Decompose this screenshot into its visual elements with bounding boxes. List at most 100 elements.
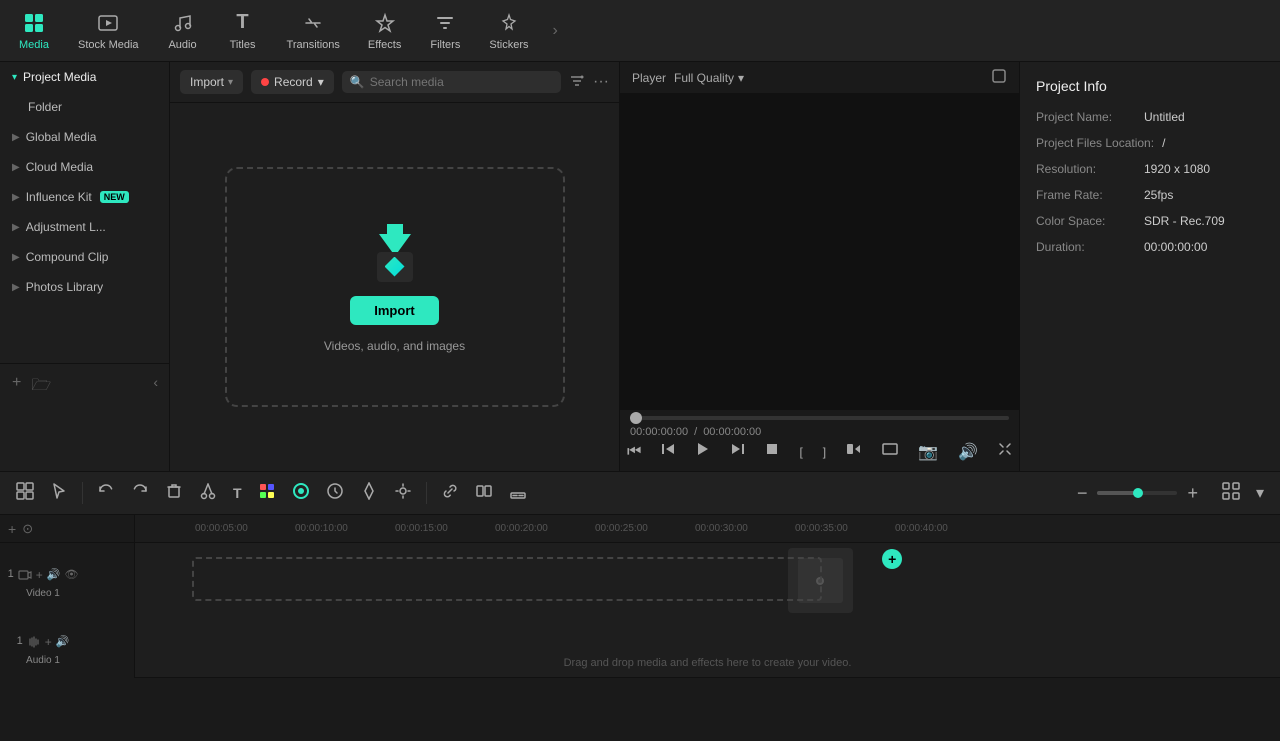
subtitle-tool[interactable] (503, 477, 533, 510)
nav-item-stock-media[interactable]: Stock Media (64, 5, 153, 57)
audio-track-controls: 1 + 🔊 Audio 1 (8, 635, 78, 666)
timeline-active-tool[interactable] (286, 477, 316, 510)
audio-button[interactable]: 🔊 (953, 439, 983, 465)
cut-button[interactable] (193, 477, 223, 510)
global-media-label: Global Media (26, 130, 97, 144)
add-to-track-icon[interactable]: + (36, 568, 43, 585)
scrubber-bar[interactable] (630, 416, 1009, 420)
nav-item-titles[interactable]: T Titles (213, 5, 273, 57)
step-back-button[interactable] (656, 439, 680, 464)
player-controls: 00:00:00:00 / 00:00:00:00 ⏮ (620, 409, 1019, 471)
cloud-media-arrow: ▶ (12, 162, 20, 173)
quality-selector[interactable]: Full Quality ▾ (674, 71, 744, 85)
nav-item-audio[interactable]: Audio (153, 5, 213, 57)
import-dropzone[interactable]: Import Videos, audio, and images (225, 167, 565, 407)
zoom-out-button[interactable]: − (1071, 478, 1094, 509)
scrubber-handle[interactable] (630, 412, 642, 424)
overwrite-button[interactable] (877, 439, 903, 464)
sidebar-item-compound-clip[interactable]: ▶ Compound Clip (0, 242, 169, 272)
stop-button[interactable] (760, 439, 784, 464)
cloud-media-label: Cloud Media (26, 160, 93, 174)
add-clip-button[interactable]: + (882, 549, 902, 569)
search-input[interactable] (370, 75, 553, 89)
play-button[interactable] (690, 438, 716, 465)
sidebar-item-photos-library[interactable]: ▶ Photos Library (0, 272, 169, 302)
transform-button[interactable] (993, 439, 1017, 464)
video-track-row: 1 + 🔊 👁 Video 1 + (0, 543, 1280, 623)
filter-icon[interactable] (569, 73, 585, 92)
info-label-framerate: Frame Rate: (1036, 188, 1136, 202)
video-track-content[interactable]: + (135, 543, 1280, 623)
info-row-duration: Duration: 00:00:00:00 (1036, 240, 1264, 254)
mark-out-button[interactable]: ] (818, 442, 831, 462)
ruler-mark-1: 00:00:05:00 (195, 523, 248, 534)
media-icon (22, 11, 46, 35)
crop-tool[interactable] (354, 477, 384, 510)
more-options-icon[interactable]: ··· (593, 73, 609, 91)
ruler-mark-2: 00:00:10:00 (295, 523, 348, 534)
video-drop-zone[interactable] (192, 557, 822, 601)
redo-button[interactable] (125, 477, 155, 510)
group-tool[interactable] (469, 477, 499, 510)
collapse-sidebar-icon[interactable]: ‹ (153, 374, 158, 401)
nav-more-btn[interactable]: › (546, 22, 563, 40)
sidebar-item-global-media[interactable]: ▶ Global Media (0, 122, 169, 152)
video-track-number: 1 (8, 568, 14, 585)
nav-item-transitions[interactable]: Transitions (273, 5, 354, 57)
track-visibility-toggle[interactable]: 👁 (64, 568, 78, 585)
info-row-name: Project Name: Untitled (1036, 110, 1264, 124)
delete-button[interactable] (159, 477, 189, 510)
import-button[interactable]: Import ▾ (180, 70, 243, 94)
nav-item-media[interactable]: Media (4, 5, 64, 57)
sidebar-bottom-icons: + 🗁 ‹ (0, 363, 170, 411)
compound-clip-label: Compound Clip (26, 250, 109, 264)
audio-track-content[interactable]: Drag and drop media and effects here to … (135, 623, 1280, 678)
info-value-name: Untitled (1144, 110, 1185, 124)
track-audio-toggle[interactable]: 🔊 (47, 568, 61, 585)
skip-back-button[interactable]: ⏮ (622, 440, 646, 464)
effects-icon (373, 11, 397, 35)
zoom-in-button[interactable]: + (1181, 478, 1204, 509)
sidebar-item-cloud-media[interactable]: ▶ Cloud Media (0, 152, 169, 182)
record-button[interactable]: Record ▾ (251, 70, 334, 94)
sidebar-item-adjustment[interactable]: ▶ Adjustment L... (0, 212, 169, 242)
undo-button[interactable] (91, 477, 121, 510)
nav-label-stock: Stock Media (78, 39, 139, 51)
audio-mute-toggle[interactable]: 🔊 (56, 635, 70, 652)
text-button[interactable]: T (227, 480, 248, 506)
insert-button[interactable] (841, 439, 867, 464)
sidebar-item-project-media[interactable]: ▾ Project Media (0, 62, 169, 92)
sidebar-item-folder[interactable]: Folder (0, 92, 169, 122)
nav-item-stickers[interactable]: Stickers (475, 5, 542, 57)
selection-tool[interactable] (44, 477, 74, 510)
link-tool[interactable] (435, 477, 465, 510)
ruler-mark-7: 00:00:35:00 (795, 523, 848, 534)
nav-item-filters[interactable]: Filters (415, 5, 475, 57)
toolbar-divider-1 (82, 482, 83, 504)
sidebar-item-influence-kit[interactable]: ▶ Influence Kit NEW (0, 182, 169, 212)
import-action-button[interactable]: Import (350, 296, 438, 325)
scene-edit-tool[interactable] (10, 477, 40, 510)
grid-view-button[interactable] (1216, 477, 1246, 510)
info-label-resolution: Resolution: (1036, 162, 1136, 176)
settings-tool[interactable] (320, 477, 350, 510)
import-hint-text: Videos, audio, and images (324, 339, 465, 353)
add-track-icon[interactable]: + (8, 521, 16, 537)
add-to-audio-icon[interactable]: + (45, 635, 52, 652)
info-value-resolution: 1920 x 1080 (1144, 162, 1210, 176)
color-button[interactable] (252, 477, 282, 510)
zoom-handle[interactable] (1133, 488, 1143, 498)
folder-label: Folder (28, 100, 62, 114)
timeline-ruler[interactable]: 00:00:05:00 00:00:10:00 00:00:15:00 00:0… (135, 515, 1280, 543)
add-media-icon[interactable]: + (12, 374, 21, 401)
mark-in-button[interactable]: [ (794, 442, 807, 462)
zoom-bar[interactable] (1097, 491, 1177, 495)
nav-item-effects[interactable]: Effects (354, 5, 415, 57)
step-forward-button[interactable] (726, 439, 750, 464)
link-tracks-icon[interactable]: ⊙ (22, 521, 33, 537)
folder-add-icon[interactable]: 🗁 (31, 374, 51, 401)
snapshot-button[interactable]: 📷 (913, 439, 943, 465)
player-expand-icon[interactable] (991, 68, 1007, 87)
more-tools-button[interactable]: ▾ (1250, 478, 1270, 508)
audio-tool[interactable] (388, 477, 418, 510)
